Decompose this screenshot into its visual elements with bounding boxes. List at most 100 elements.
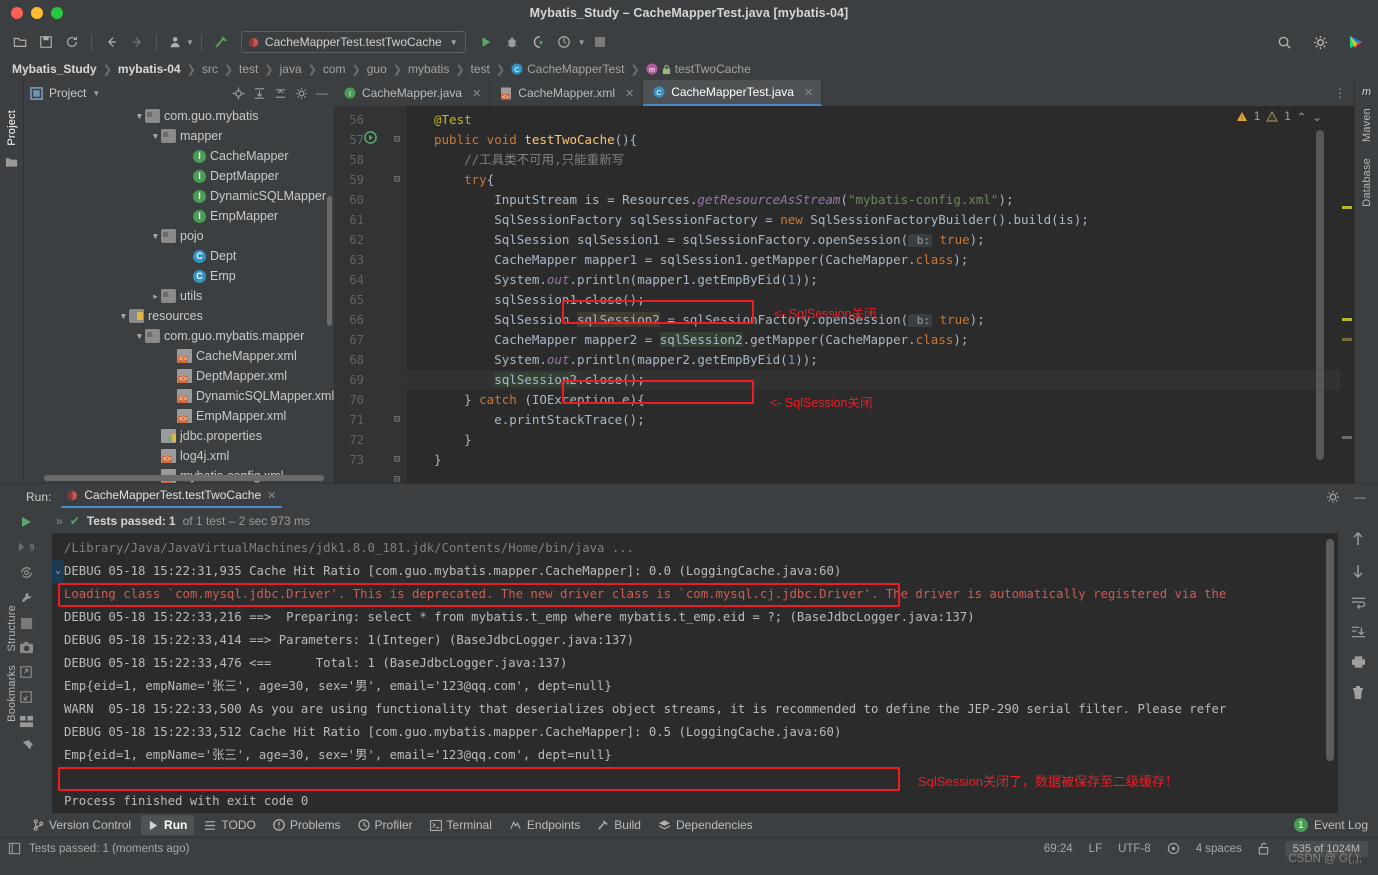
tree-item[interactable]: ▸ EmpMapper.xml xyxy=(24,406,334,426)
tool-button-endpoints[interactable]: Endpoints xyxy=(502,815,587,835)
debug-icon[interactable] xyxy=(500,30,524,54)
tool-button-build[interactable]: Build xyxy=(590,815,648,835)
tree-item[interactable]: ▼ resources xyxy=(24,306,334,326)
hide-panel-icon[interactable]: — xyxy=(316,86,328,100)
locate-file-icon[interactable] xyxy=(232,86,245,100)
profiler-icon[interactable] xyxy=(552,30,576,54)
scroll-down-icon[interactable] xyxy=(1351,563,1365,579)
print-icon[interactable] xyxy=(1351,655,1366,669)
tree-item[interactable]: ▸ DeptMapper.xml xyxy=(24,366,334,386)
profiler-chevron-down-icon[interactable]: ▼ xyxy=(578,38,586,47)
fold-minus-icon[interactable]: ⊟ xyxy=(394,174,400,185)
breadcrumb-item-9[interactable]: C CacheMapperTest xyxy=(511,62,625,76)
sidebar-item-bookmarks[interactable]: Bookmarks xyxy=(6,665,18,722)
soft-wrap-icon[interactable] xyxy=(1351,595,1366,609)
scroll-up-icon[interactable] xyxy=(1351,531,1365,547)
breadcrumb-item-6[interactable]: guo xyxy=(367,62,387,76)
chevron-down-icon[interactable]: ▼ xyxy=(134,331,145,341)
fold-minus-icon[interactable]: ⊟ xyxy=(394,414,400,425)
chevron-down-icon[interactable]: ▼ xyxy=(92,89,100,98)
tree-item[interactable]: ▸ CacheMapper.xml xyxy=(24,346,334,366)
change-marker[interactable] xyxy=(1342,436,1352,439)
tree-item[interactable]: ▸ C Emp xyxy=(24,266,334,286)
profile-icon[interactable] xyxy=(164,30,188,54)
breadcrumb-item-8[interactable]: test xyxy=(471,62,490,76)
breadcrumb-item-2[interactable]: src xyxy=(202,62,218,76)
tree-item[interactable]: ▸ DynamicSQLMapper.xml xyxy=(24,386,334,406)
gear-icon[interactable] xyxy=(295,87,308,100)
gear-icon[interactable] xyxy=(1326,490,1340,504)
tree-item[interactable]: ▸ C Dept xyxy=(24,246,334,266)
close-icon[interactable]: ✕ xyxy=(267,489,276,502)
tool-button-profiler[interactable]: Profiler xyxy=(351,815,420,835)
sidebar-item-project[interactable]: Project xyxy=(6,110,18,146)
search-icon[interactable] xyxy=(1272,30,1296,54)
breadcrumb-item-5[interactable]: com xyxy=(323,62,346,76)
editor-tabs-more-button[interactable]: ⋮ xyxy=(1334,80,1354,106)
console-output[interactable]: ⌄ /Library/Java/JavaVirtualMachines/jdk1… xyxy=(52,533,1338,813)
run-icon[interactable] xyxy=(474,30,498,54)
chevron-down-icon[interactable]: ▼ xyxy=(134,111,145,121)
project-tree-vertical-scrollbar[interactable] xyxy=(327,196,332,326)
tool-button-version-control[interactable]: Version Control xyxy=(26,815,138,835)
close-icon[interactable]: ✕ xyxy=(472,87,481,100)
tab-cachemappertest-java[interactable]: C CacheMapperTest.java ✕ xyxy=(643,80,823,106)
breadcrumb-item-1[interactable]: mybatis-04 xyxy=(118,62,181,76)
build-hammer-icon[interactable] xyxy=(209,30,233,54)
inspection-widget[interactable]: ! 1 ! 1 ⌃ ⌄ xyxy=(1236,110,1322,124)
idea-logo-icon[interactable] xyxy=(1344,30,1368,54)
unlocked-icon[interactable] xyxy=(1258,842,1269,855)
run-tab[interactable]: CacheMapperTest.testTwoCache ✕ xyxy=(61,485,283,508)
eye-icon[interactable] xyxy=(1167,842,1180,855)
breadcrumb-item-4[interactable]: java xyxy=(280,62,302,76)
run-configuration-selector[interactable]: CacheMapperTest.testTwoCache ▼ xyxy=(240,31,466,53)
expand-icon[interactable]: » xyxy=(56,514,63,528)
tool-button-problems[interactable]: Problems xyxy=(266,815,348,835)
chevron-down-icon[interactable]: ▼ xyxy=(118,311,129,321)
console-vertical-scrollbar[interactable] xyxy=(1326,539,1334,761)
tab-cachemapper-java[interactable]: I CacheMapper.java ✕ xyxy=(334,80,491,106)
tool-button-run[interactable]: Run xyxy=(141,815,195,835)
code-content[interactable]: @Test public void testTwoCache(){ //工具类不… xyxy=(406,106,1340,483)
tool-button-todo[interactable]: TODO xyxy=(197,815,262,835)
run-with-coverage-icon[interactable] xyxy=(526,30,550,54)
save-icon[interactable] xyxy=(34,30,58,54)
breadcrumb-item-7[interactable]: mybatis xyxy=(408,62,449,76)
tree-item[interactable]: ▸ log4j.xml xyxy=(24,446,334,466)
line-separator[interactable]: LF xyxy=(1089,843,1102,855)
code-editor[interactable]: 56 57 58 59 60 61 62 63 64 65 66 67 68 6… xyxy=(334,106,1354,485)
breadcrumb-item-3[interactable]: test xyxy=(239,62,258,76)
tree-item[interactable]: ▼ pojo xyxy=(24,226,334,246)
expand-all-icon[interactable] xyxy=(253,87,266,100)
gear-icon[interactable] xyxy=(1308,30,1332,54)
caret-position[interactable]: 69:24 xyxy=(1044,843,1073,855)
project-tree[interactable]: ▼ com.guo.mybatis ▼ mapper ▸ I CacheMapp… xyxy=(24,106,334,483)
project-view-selector[interactable]: Project ▼ xyxy=(30,86,100,100)
forward-arrow-icon[interactable] xyxy=(125,30,149,54)
prev-problem-icon[interactable]: ⌃ xyxy=(1297,110,1307,124)
breadcrumb-item-0[interactable]: Mybatis_Study xyxy=(12,62,97,76)
tree-item[interactable]: ▼ mapper xyxy=(24,126,334,146)
trash-icon[interactable] xyxy=(1351,685,1365,700)
chevron-down-icon[interactable]: ▼ xyxy=(150,131,161,141)
editor-marker-strip[interactable] xyxy=(1340,106,1354,483)
tool-button-dependencies[interactable]: Dependencies xyxy=(651,815,760,835)
editor-vertical-scrollbar[interactable] xyxy=(1316,130,1324,460)
memory-indicator[interactable]: 535 of 1024M xyxy=(1284,840,1368,857)
profile-chevron-down-icon[interactable]: ▼ xyxy=(186,38,194,47)
next-problem-icon[interactable]: ⌄ xyxy=(1312,110,1322,124)
tree-item[interactable]: ▸ I DynamicSQLMapper xyxy=(24,186,334,206)
tree-item[interactable]: ▼ com.guo.mybatis xyxy=(24,106,334,126)
sidebar-item-structure[interactable]: Structure xyxy=(6,605,18,651)
warning-marker[interactable] xyxy=(1342,206,1352,209)
scroll-to-end-icon[interactable] xyxy=(1351,625,1366,639)
tree-item[interactable]: ▸ I DeptMapper xyxy=(24,166,334,186)
tree-item[interactable]: ▸ utils xyxy=(24,286,334,306)
open-folder-icon[interactable] xyxy=(8,30,32,54)
chevron-down-icon[interactable]: ▼ xyxy=(150,231,161,241)
run-test-gutter-icon[interactable] xyxy=(364,131,377,144)
tree-item[interactable]: ▼ com.guo.mybatis.mapper xyxy=(24,326,334,346)
fold-toggle-icon[interactable]: ⌄ xyxy=(52,560,64,583)
close-icon[interactable]: ✕ xyxy=(804,86,813,99)
editor-gutter[interactable]: 56 57 58 59 60 61 62 63 64 65 66 67 68 6… xyxy=(334,106,406,485)
